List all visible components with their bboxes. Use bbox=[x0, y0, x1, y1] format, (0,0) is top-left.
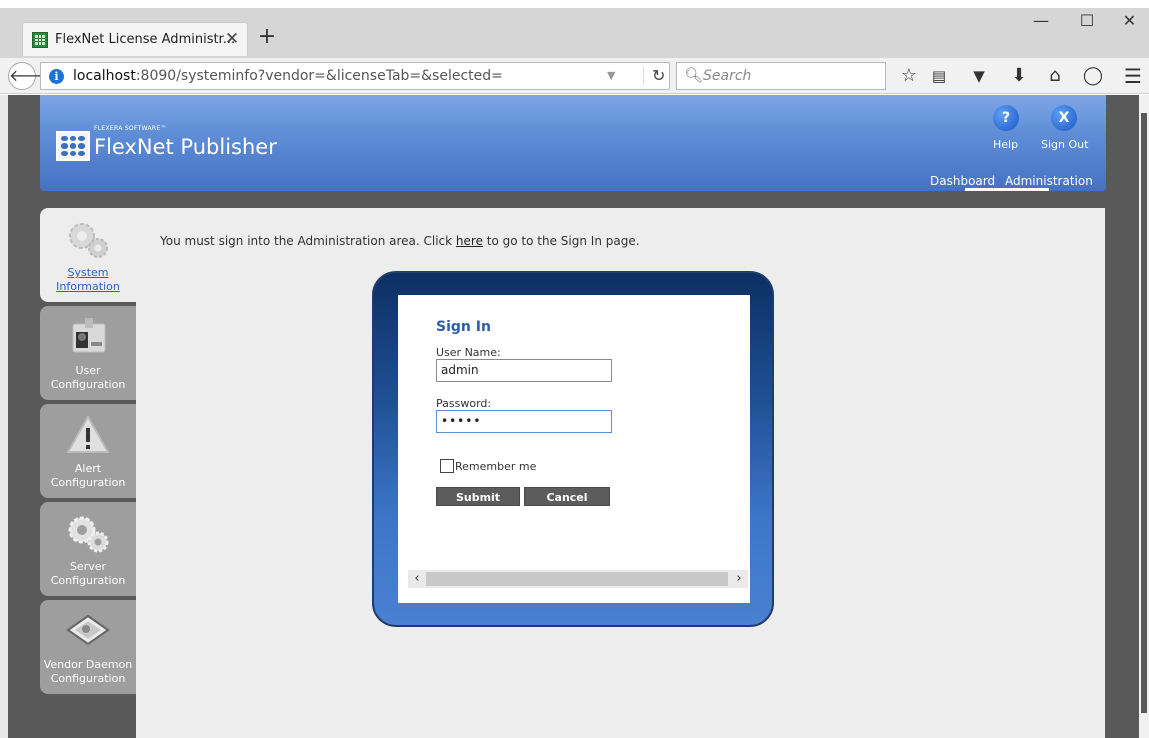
scroll-left-icon[interactable]: ‹ bbox=[408, 570, 426, 588]
cancel-button[interactable]: Cancel bbox=[524, 487, 610, 506]
reading-list-icon[interactable]: ▤ bbox=[926, 63, 952, 89]
scroll-track[interactable] bbox=[426, 572, 728, 586]
url-text: localhost:8090/systeminfo?vendor=&licens… bbox=[73, 68, 503, 84]
password-label: Password: bbox=[436, 397, 492, 410]
tab-title: FlexNet License Administr... bbox=[55, 32, 236, 47]
sidebar-item-label: User Configuration bbox=[50, 364, 126, 391]
brand-name: FlexNet Publisher bbox=[94, 135, 277, 159]
flexnet-favicon-icon bbox=[32, 32, 48, 48]
search-input[interactable]: 🔍︎ Search bbox=[676, 62, 886, 90]
search-placeholder: Search bbox=[703, 68, 752, 84]
browser-tabstrip: FlexNet License Administr... ✕ + — ☐ ✕ bbox=[0, 0, 1149, 58]
menu-icon[interactable]: ☰ bbox=[1120, 63, 1146, 89]
gears-icon bbox=[68, 516, 109, 553]
page-background: FLEXERA SOFTWARE™ FlexNet Publisher ? He… bbox=[0, 95, 1149, 738]
new-tab-button[interactable]: + bbox=[256, 26, 278, 48]
site-info-icon[interactable]: i bbox=[49, 69, 64, 84]
password-input[interactable]: ••••• bbox=[436, 410, 612, 433]
sidebar-item-alert-configuration[interactable]: Alert Configuration bbox=[40, 404, 136, 498]
sidebar-item-user-configuration[interactable]: User Configuration bbox=[40, 306, 136, 400]
sign-out-icon[interactable]: X bbox=[1051, 105, 1077, 131]
download-icon[interactable]: ⬇ bbox=[1006, 63, 1032, 89]
horizontal-scrollbar[interactable]: ‹ › bbox=[408, 570, 748, 588]
vertical-scrollbar[interactable] bbox=[1139, 95, 1149, 738]
warning-icon bbox=[66, 414, 110, 453]
gears-icon bbox=[69, 223, 108, 258]
signin-title: Sign In bbox=[436, 319, 491, 335]
left-edge bbox=[0, 95, 8, 738]
maximize-button[interactable]: ☐ bbox=[1064, 8, 1110, 34]
sidebar-item-label: Server Configuration bbox=[50, 560, 126, 587]
sidebar-item-system-information[interactable]: System Information bbox=[40, 208, 136, 302]
flexnet-logo-icon bbox=[56, 131, 90, 161]
nav-administration[interactable]: Administration bbox=[1005, 174, 1093, 188]
minimize-button[interactable]: — bbox=[1018, 8, 1064, 34]
pocket-icon[interactable]: ▼ bbox=[966, 63, 992, 89]
window-top-edge bbox=[0, 0, 1149, 8]
sidebar-item-vendor-daemon-configuration[interactable]: Vendor Daemon Configuration bbox=[40, 600, 136, 694]
sidebar-item-label: Alert Configuration bbox=[50, 462, 126, 489]
certificate-icon bbox=[66, 614, 110, 646]
id-badge-icon bbox=[72, 318, 106, 353]
browser-navbar: 🡐 i localhost:8090/systeminfo?vendor=&li… bbox=[0, 58, 1149, 94]
active-nav-underline bbox=[965, 188, 1049, 191]
help-icon[interactable]: ? bbox=[993, 105, 1019, 131]
home-icon[interactable]: ⌂ bbox=[1042, 63, 1068, 89]
remember-me-checkbox[interactable] bbox=[440, 459, 454, 473]
sidebar-item-label: Vendor Daemon Configuration bbox=[43, 658, 133, 685]
submit-button[interactable]: Submit bbox=[436, 487, 520, 506]
browser-tab[interactable]: FlexNet License Administr... ✕ bbox=[22, 22, 248, 56]
username-input[interactable]: admin bbox=[436, 359, 612, 382]
sign-out-link[interactable]: Sign Out bbox=[1041, 138, 1088, 151]
url-dropdown-icon[interactable]: ▼ bbox=[607, 69, 615, 82]
close-window-button[interactable]: ✕ bbox=[1110, 8, 1149, 34]
help-link[interactable]: Help bbox=[993, 138, 1018, 151]
sidebar-item-label: System Information bbox=[56, 266, 120, 293]
signin-notice: You must sign into the Administration ar… bbox=[160, 234, 640, 248]
scroll-right-icon[interactable]: › bbox=[730, 570, 748, 588]
reload-icon[interactable]: ↻ bbox=[643, 66, 665, 85]
username-label: User Name: bbox=[436, 346, 501, 359]
signin-frame: Sign In User Name: admin Password: •••••… bbox=[372, 271, 774, 627]
bookmark-star-icon[interactable]: ☆ bbox=[896, 63, 922, 89]
chat-icon[interactable]: ◯ bbox=[1080, 63, 1106, 89]
tab-close-icon[interactable]: ✕ bbox=[221, 28, 243, 50]
back-arrow-icon[interactable]: 🡐 bbox=[8, 62, 52, 90]
signin-panel: Sign In User Name: admin Password: •••••… bbox=[398, 295, 750, 603]
search-icon: 🔍︎ bbox=[684, 66, 704, 84]
url-bar[interactable]: i localhost:8090/systeminfo?vendor=&lice… bbox=[40, 62, 670, 90]
nav-dashboard[interactable]: Dashboard bbox=[930, 174, 995, 188]
sidebar-item-server-configuration[interactable]: Server Configuration bbox=[40, 502, 136, 596]
sign-in-here-link[interactable]: here bbox=[456, 234, 483, 248]
brand-small-text: FLEXERA SOFTWARE™ bbox=[94, 125, 167, 132]
app-header: FLEXERA SOFTWARE™ FlexNet Publisher ? He… bbox=[40, 95, 1106, 191]
remember-me-label: Remember me bbox=[455, 460, 537, 473]
